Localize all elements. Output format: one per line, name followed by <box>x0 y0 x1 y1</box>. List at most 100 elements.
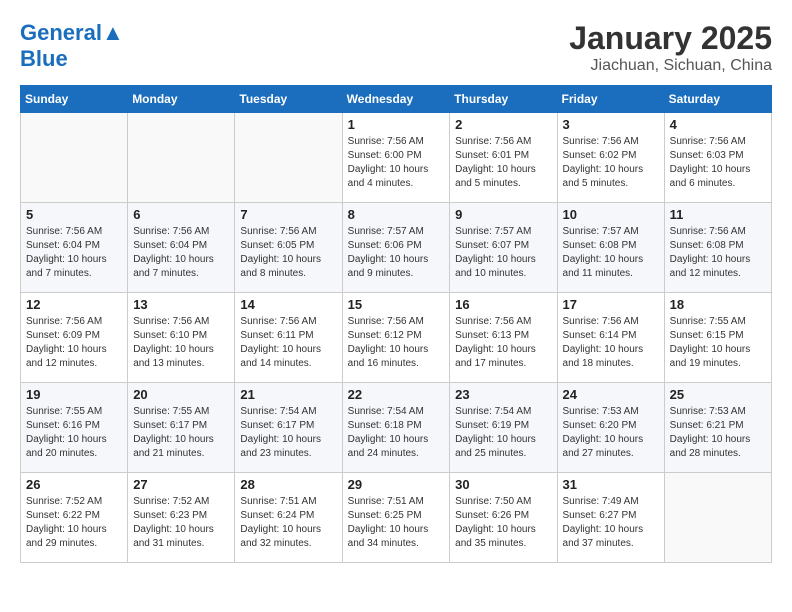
day-info: Sunrise: 7:53 AM Sunset: 6:20 PM Dayligh… <box>563 405 659 461</box>
day-info: Sunrise: 7:55 AM Sunset: 6:17 PM Dayligh… <box>133 405 229 461</box>
day-number: 20 <box>133 387 229 402</box>
day-info: Sunrise: 7:56 AM Sunset: 6:02 PM Dayligh… <box>563 135 659 191</box>
day-info: Sunrise: 7:56 AM Sunset: 6:05 PM Dayligh… <box>240 225 336 281</box>
calendar-cell: 7Sunrise: 7:56 AM Sunset: 6:05 PM Daylig… <box>235 203 342 293</box>
calendar-cell: 10 Sunrise: 7:57 AM Sunset: 6:08 PM Dayli… <box>557 203 664 293</box>
calendar-cell: 31 Sunrise: 7:49 AM Sunset: 6:27 PM Dayli… <box>557 473 664 563</box>
week-row-3: 12 Sunrise: 7:56 AM Sunset: 6:09 PM Dayli… <box>21 293 772 383</box>
day-info: Sunrise: 7:55 AM Sunset: 6:15 PM Dayligh… <box>670 315 766 371</box>
day-info: Sunrise: 7:57 AM Sunset: 6:06 PM Dayligh… <box>348 225 445 281</box>
calendar-cell: 4 Sunrise: 7:56 AM Sunset: 6:03 PM Daylig… <box>664 113 771 203</box>
calendar-cell: 30Sunrise: 7:50 AM Sunset: 6:26 PM Dayli… <box>450 473 557 563</box>
weekday-header-sunday: Sunday <box>21 86 128 113</box>
day-number: 8 <box>348 207 445 222</box>
calendar-cell: 28 Sunrise: 7:51 AM Sunset: 6:24 PM Dayli… <box>235 473 342 563</box>
day-info: Sunrise: 7:56 AM Sunset: 6:11 PM Dayligh… <box>240 315 336 371</box>
calendar-title: January 2025 <box>569 20 772 57</box>
calendar-cell: 9Sunrise: 7:57 AM Sunset: 6:07 PM Daylig… <box>450 203 557 293</box>
calendar-cell: 19Sunrise: 7:55 AM Sunset: 6:16 PM Dayli… <box>21 383 128 473</box>
day-number: 11 <box>670 207 766 222</box>
calendar-table: SundayMondayTuesdayWednesdayThursdayFrid… <box>20 85 772 563</box>
day-number: 5 <box>26 207 122 222</box>
calendar-cell: 20 Sunrise: 7:55 AM Sunset: 6:17 PM Dayli… <box>128 383 235 473</box>
logo-text: General▲Blue <box>20 20 124 72</box>
calendar-cell: 27Sunrise: 7:52 AM Sunset: 6:23 PM Dayli… <box>128 473 235 563</box>
weekday-header-monday: Monday <box>128 86 235 113</box>
day-info: Sunrise: 7:52 AM Sunset: 6:23 PM Dayligh… <box>133 495 229 551</box>
calendar-cell: 21 Sunrise: 7:54 AM Sunset: 6:17 PM Dayli… <box>235 383 342 473</box>
day-info: Sunrise: 7:56 AM Sunset: 6:09 PM Dayligh… <box>26 315 122 371</box>
calendar-cell: 14 Sunrise: 7:56 AM Sunset: 6:11 PM Dayli… <box>235 293 342 383</box>
day-number: 30 <box>455 477 551 492</box>
weekday-header-row: SundayMondayTuesdayWednesdayThursdayFrid… <box>21 86 772 113</box>
day-info: Sunrise: 7:52 AM Sunset: 6:22 PM Dayligh… <box>26 495 122 551</box>
calendar-cell: 8 Sunrise: 7:57 AM Sunset: 6:06 PM Daylig… <box>342 203 450 293</box>
day-number: 13 <box>133 297 229 312</box>
calendar-cell: 16 Sunrise: 7:56 AM Sunset: 6:13 PM Dayli… <box>450 293 557 383</box>
weekday-header-tuesday: Tuesday <box>235 86 342 113</box>
day-number: 19 <box>26 387 122 402</box>
day-info: Sunrise: 7:56 AM Sunset: 6:00 PM Dayligh… <box>348 135 445 191</box>
day-info: Sunrise: 7:56 AM Sunset: 6:12 PM Dayligh… <box>348 315 445 371</box>
day-info: Sunrise: 7:57 AM Sunset: 6:08 PM Dayligh… <box>563 225 659 281</box>
day-number: 4 <box>670 117 766 132</box>
day-info: Sunrise: 7:56 AM Sunset: 6:04 PM Dayligh… <box>26 225 122 281</box>
calendar-subtitle: Jiachuan, Sichuan, China <box>569 57 772 75</box>
day-info: Sunrise: 7:56 AM Sunset: 6:14 PM Dayligh… <box>563 315 659 371</box>
week-row-5: 26 Sunrise: 7:52 AM Sunset: 6:22 PM Dayli… <box>21 473 772 563</box>
day-number: 10 <box>563 207 659 222</box>
calendar-cell: 6 Sunrise: 7:56 AM Sunset: 6:04 PM Daylig… <box>128 203 235 293</box>
calendar-cell: 24 Sunrise: 7:53 AM Sunset: 6:20 PM Dayli… <box>557 383 664 473</box>
week-row-1: 1Sunrise: 7:56 AM Sunset: 6:00 PM Daylig… <box>21 113 772 203</box>
week-row-4: 19Sunrise: 7:55 AM Sunset: 6:16 PM Dayli… <box>21 383 772 473</box>
calendar-cell: 13 Sunrise: 7:56 AM Sunset: 6:10 PM Dayli… <box>128 293 235 383</box>
day-number: 28 <box>240 477 336 492</box>
calendar-cell: 15Sunrise: 7:56 AM Sunset: 6:12 PM Dayli… <box>342 293 450 383</box>
day-number: 21 <box>240 387 336 402</box>
calendar-cell: 1Sunrise: 7:56 AM Sunset: 6:00 PM Daylig… <box>342 113 450 203</box>
calendar-cell: 3 Sunrise: 7:56 AM Sunset: 6:02 PM Daylig… <box>557 113 664 203</box>
calendar-cell: 17 Sunrise: 7:56 AM Sunset: 6:14 PM Dayli… <box>557 293 664 383</box>
day-number: 6 <box>133 207 229 222</box>
weekday-header-friday: Friday <box>557 86 664 113</box>
weekday-header-wednesday: Wednesday <box>342 86 450 113</box>
day-info: Sunrise: 7:53 AM Sunset: 6:21 PM Dayligh… <box>670 405 766 461</box>
day-number: 14 <box>240 297 336 312</box>
day-number: 23 <box>455 387 551 402</box>
day-info: Sunrise: 7:56 AM Sunset: 6:13 PM Dayligh… <box>455 315 551 371</box>
day-info: Sunrise: 7:56 AM Sunset: 6:08 PM Dayligh… <box>670 225 766 281</box>
day-number: 29 <box>348 477 445 492</box>
day-number: 26 <box>26 477 122 492</box>
day-number: 31 <box>563 477 659 492</box>
day-number: 3 <box>563 117 659 132</box>
title-block: January 2025 Jiachuan, Sichuan, China <box>569 20 772 75</box>
day-number: 24 <box>563 387 659 402</box>
day-info: Sunrise: 7:56 AM Sunset: 6:03 PM Dayligh… <box>670 135 766 191</box>
week-row-2: 5 Sunrise: 7:56 AM Sunset: 6:04 PM Daylig… <box>21 203 772 293</box>
day-info: Sunrise: 7:54 AM Sunset: 6:19 PM Dayligh… <box>455 405 551 461</box>
calendar-cell <box>128 113 235 203</box>
page-header: General▲Blue January 2025 Jiachuan, Sich… <box>20 20 772 75</box>
day-number: 2 <box>455 117 551 132</box>
day-info: Sunrise: 7:57 AM Sunset: 6:07 PM Dayligh… <box>455 225 551 281</box>
calendar-cell <box>21 113 128 203</box>
calendar-cell: 23 Sunrise: 7:54 AM Sunset: 6:19 PM Dayli… <box>450 383 557 473</box>
calendar-cell: 12 Sunrise: 7:56 AM Sunset: 6:09 PM Dayli… <box>21 293 128 383</box>
day-info: Sunrise: 7:56 AM Sunset: 6:10 PM Dayligh… <box>133 315 229 371</box>
day-number: 22 <box>348 387 445 402</box>
day-info: Sunrise: 7:49 AM Sunset: 6:27 PM Dayligh… <box>563 495 659 551</box>
day-info: Sunrise: 7:56 AM Sunset: 6:01 PM Dayligh… <box>455 135 551 191</box>
day-info: Sunrise: 7:54 AM Sunset: 6:17 PM Dayligh… <box>240 405 336 461</box>
day-number: 18 <box>670 297 766 312</box>
calendar-cell <box>664 473 771 563</box>
day-number: 25 <box>670 387 766 402</box>
weekday-header-saturday: Saturday <box>664 86 771 113</box>
day-number: 12 <box>26 297 122 312</box>
day-number: 17 <box>563 297 659 312</box>
day-number: 16 <box>455 297 551 312</box>
day-info: Sunrise: 7:56 AM Sunset: 6:04 PM Dayligh… <box>133 225 229 281</box>
day-info: Sunrise: 7:51 AM Sunset: 6:24 PM Dayligh… <box>240 495 336 551</box>
calendar-cell: 26 Sunrise: 7:52 AM Sunset: 6:22 PM Dayli… <box>21 473 128 563</box>
logo-general: General <box>20 20 102 45</box>
calendar-cell: 2 Sunrise: 7:56 AM Sunset: 6:01 PM Daylig… <box>450 113 557 203</box>
